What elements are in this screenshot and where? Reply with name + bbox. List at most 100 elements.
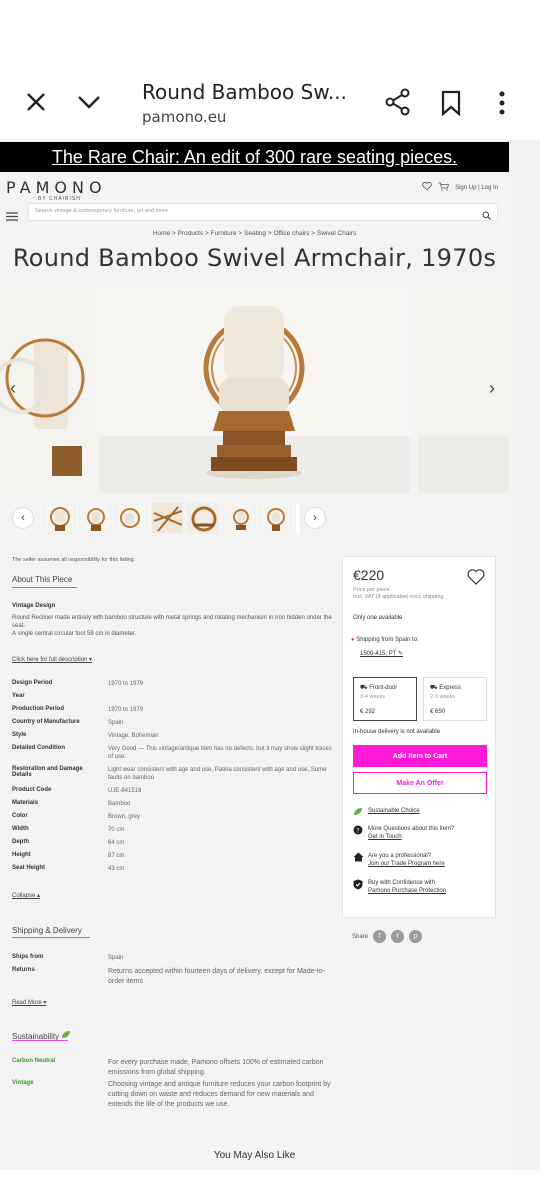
collapse-link[interactable]: Collapse ▴ bbox=[12, 892, 40, 899]
price: €220 bbox=[353, 567, 385, 583]
read-more-link[interactable]: Read More ▾ bbox=[12, 999, 46, 1006]
express-price: € 650 bbox=[430, 709, 446, 715]
spec-value: Spain bbox=[108, 720, 124, 726]
thumbnail[interactable] bbox=[79, 502, 111, 534]
trade-program-link[interactable]: Join our Trade Program here bbox=[368, 861, 445, 867]
breadcrumb[interactable]: Home > Products > Furniture > Seating > … bbox=[0, 230, 509, 237]
spec-value: UJE-841518 bbox=[108, 788, 142, 794]
spec-label: Detailed Condition bbox=[12, 745, 65, 751]
spec-value: Bamboo bbox=[108, 801, 131, 807]
confidence-text: Buy with Confidence with bbox=[368, 880, 436, 886]
postcode-link[interactable]: 1500-415, PT ✎ bbox=[360, 650, 403, 657]
full-description-link[interactable]: Click here for full description ▾ bbox=[12, 656, 92, 663]
front-door-text: Front-door bbox=[369, 685, 398, 691]
svg-text:?: ? bbox=[356, 827, 359, 834]
thumbnail[interactable] bbox=[223, 502, 255, 534]
more-options-icon[interactable] bbox=[496, 90, 508, 116]
pamono-logo[interactable]: PAMONO bbox=[6, 178, 107, 197]
heart-icon[interactable] bbox=[422, 182, 432, 193]
spec-label: Country of Manufacture bbox=[12, 719, 80, 725]
pinterest-icon[interactable]: p bbox=[409, 930, 423, 943]
bookmark-icon[interactable] bbox=[440, 90, 462, 116]
url-text[interactable]: pamono.eu bbox=[142, 108, 226, 126]
read-more-label: Read More bbox=[12, 1000, 42, 1006]
sustainability-underline bbox=[12, 1040, 68, 1041]
shipping-underline bbox=[12, 937, 90, 938]
spec-label: Color bbox=[12, 813, 28, 819]
search-input[interactable]: Search vintage & contemporary furniture,… bbox=[28, 203, 498, 221]
questions-text: More Questions about this item? bbox=[368, 826, 455, 832]
front-door-weeks: 3-4 weeks bbox=[360, 694, 386, 700]
facebook-icon[interactable]: f bbox=[373, 930, 387, 943]
close-icon[interactable] bbox=[24, 90, 48, 114]
gallery-image-main[interactable] bbox=[99, 286, 410, 493]
chevron-down-icon[interactable] bbox=[76, 92, 102, 112]
hamburger-menu-icon[interactable] bbox=[6, 208, 18, 226]
thumbnail-next-button[interactable]: › bbox=[304, 507, 326, 529]
search-icon[interactable] bbox=[482, 207, 491, 225]
availability: Only one available bbox=[353, 615, 403, 621]
ships-from-value: Spain bbox=[108, 955, 124, 961]
share-row: Share f t p bbox=[352, 930, 423, 943]
thumbnail[interactable] bbox=[151, 502, 183, 534]
spec-value: 43 cm bbox=[108, 866, 125, 872]
share-icon[interactable] bbox=[384, 88, 412, 116]
spec-value: Vintage, Bohemian bbox=[108, 733, 159, 739]
leaf-icon bbox=[353, 807, 363, 818]
shield-check-icon bbox=[353, 879, 363, 892]
gallery-next-arrow[interactable]: › bbox=[489, 378, 495, 399]
seller-note: The seller assumes all responsibility fo… bbox=[12, 557, 136, 563]
professional-text: Are you a professional? bbox=[368, 853, 432, 859]
gallery-prev-arrow[interactable]: ‹ bbox=[10, 378, 16, 399]
thumbnail[interactable] bbox=[187, 502, 219, 534]
front-door-label: ⛟ Front-door bbox=[360, 684, 397, 692]
spec-label: Height bbox=[12, 852, 31, 858]
express-option[interactable]: ⛟ Express 2-3 weeks € 650 bbox=[423, 677, 487, 721]
thumbnail[interactable] bbox=[43, 502, 75, 534]
about-underline bbox=[12, 587, 77, 588]
spec-value: 64 cm bbox=[108, 840, 125, 846]
carbon-neutral-value: For every purchase made, Pamono offsets … bbox=[108, 1059, 324, 1076]
thumbnail[interactable] bbox=[259, 502, 291, 534]
front-door-option[interactable]: ⛟ Front-door 3-4 weeks € 292 bbox=[353, 677, 417, 721]
collapse-label: Collapse bbox=[12, 893, 36, 899]
thumbnail-prev-button[interactable]: ‹ bbox=[12, 507, 34, 529]
returns-label: Returns bbox=[12, 967, 35, 973]
vat-note: Incl. VAT (if applicable) excl. shipping bbox=[353, 594, 444, 600]
thumbnail[interactable] bbox=[115, 502, 147, 534]
make-offer-button[interactable]: Make An Offer bbox=[353, 772, 487, 794]
chat-bubble-icon: ? bbox=[353, 825, 363, 837]
spec-label: Style bbox=[12, 732, 27, 738]
promo-banner[interactable]: The Rare Chair: An edit of 300 rare seat… bbox=[0, 142, 509, 172]
spec-value: Very Good — This vintage/antique item ha… bbox=[108, 746, 332, 760]
cart-icon[interactable] bbox=[438, 182, 450, 193]
spec-value: Light wear consistent with age and use, … bbox=[108, 767, 327, 781]
get-in-touch-link[interactable]: Get in Touch bbox=[368, 834, 402, 840]
house-icon bbox=[353, 852, 364, 864]
about-subtitle: Vintage Design bbox=[12, 603, 56, 609]
about-title: About This Piece bbox=[12, 575, 73, 584]
purchase-card: €220 Price per piece Incl. VAT (if appli… bbox=[342, 556, 496, 918]
signup-login-link[interactable]: Sign Up | Log In bbox=[455, 185, 498, 191]
sustainable-choice-label: Sustainable Choice bbox=[368, 808, 420, 814]
express-text: Express bbox=[439, 685, 461, 691]
caret-down-icon: ▾ bbox=[43, 1000, 47, 1006]
add-to-cart-button[interactable]: Add Item to Cart bbox=[353, 745, 487, 767]
header-actions: Sign Up | Log In bbox=[422, 182, 498, 193]
carbon-neutral-label: Carbon Neutral bbox=[12, 1058, 56, 1064]
favorite-heart-icon[interactable] bbox=[467, 569, 485, 590]
inhouse-note: In-house delivery is not available bbox=[353, 729, 441, 735]
browser-toolbar: Round Bamboo Sw... pamono.eu bbox=[0, 0, 540, 140]
shipping-title: Shipping & Delivery bbox=[12, 926, 82, 935]
spec-value: 70 cm bbox=[108, 827, 125, 833]
image-gallery[interactable]: ‹ › bbox=[0, 286, 509, 493]
thumbnail[interactable] bbox=[295, 502, 301, 534]
spec-label: Year bbox=[12, 693, 25, 699]
purchase-protection-link[interactable]: Pamono Purchase Protection bbox=[368, 888, 446, 894]
gallery-image-next[interactable] bbox=[418, 286, 509, 493]
spec-value: 1970 to 1979 bbox=[108, 707, 144, 713]
ships-from-label: Ships from bbox=[12, 954, 44, 960]
twitter-icon[interactable]: t bbox=[391, 930, 405, 943]
caret-down-icon: ▾ bbox=[89, 657, 93, 663]
full-description-label: Click here for full description bbox=[12, 657, 88, 663]
